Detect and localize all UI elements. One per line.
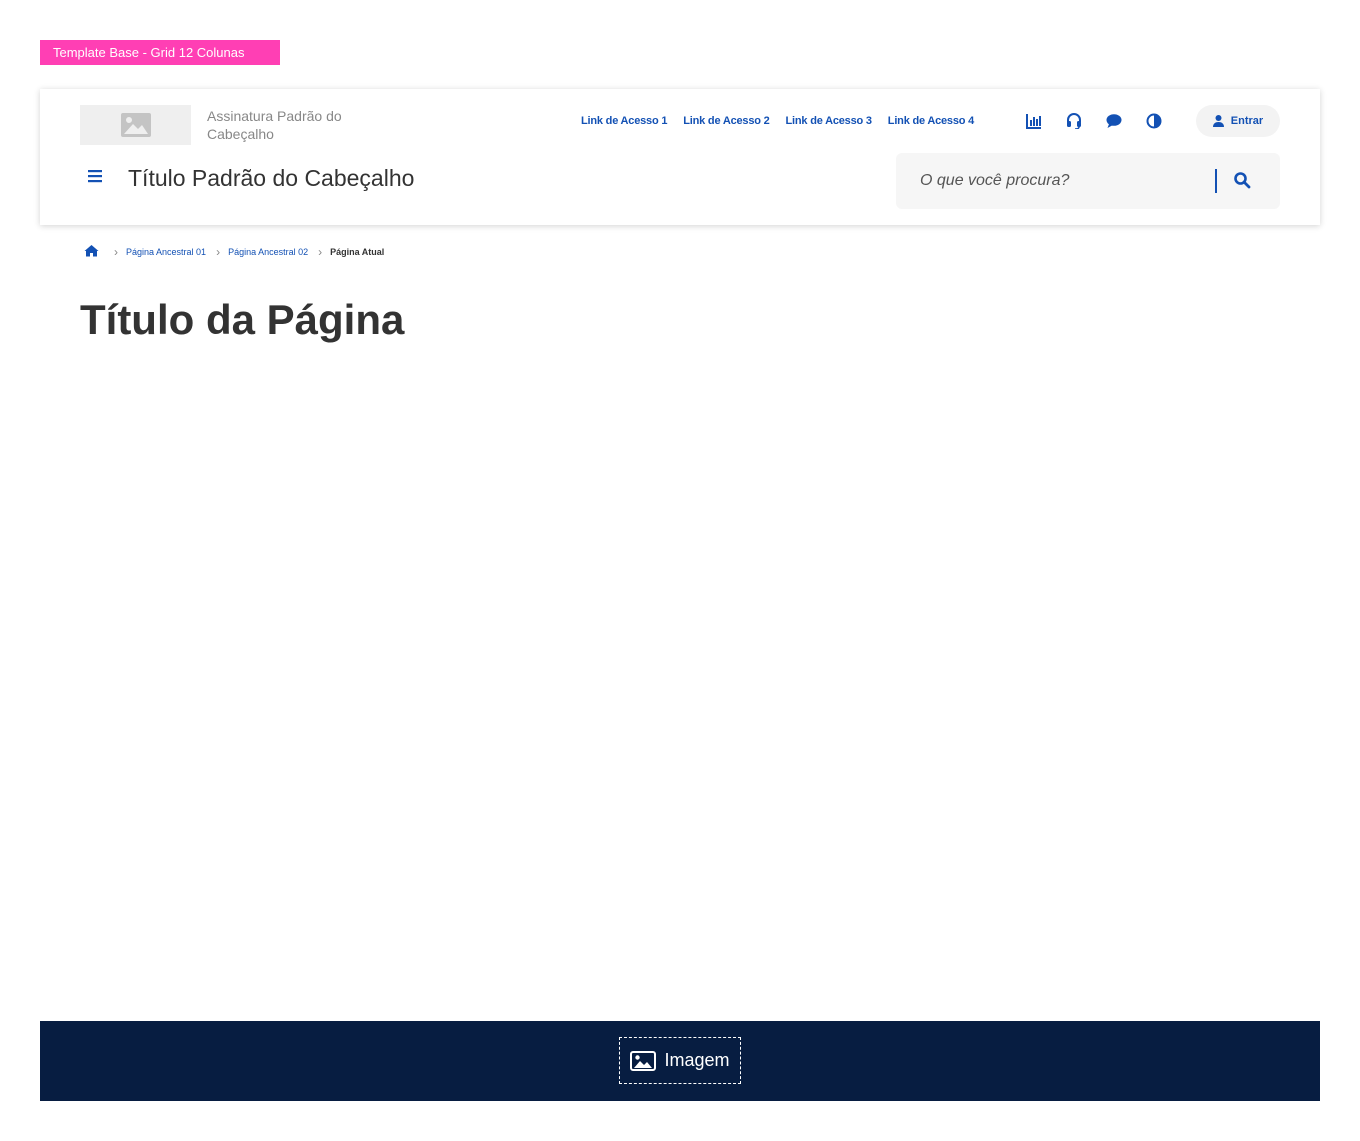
footer-image-label: Imagem: [664, 1050, 730, 1070]
search-icon: [1234, 172, 1251, 189]
breadcrumb-current: Página Atual: [330, 247, 385, 257]
image-icon: [630, 1050, 657, 1071]
search-button[interactable]: [1233, 171, 1253, 191]
search-input[interactable]: [920, 153, 1190, 209]
search-box: [896, 153, 1280, 209]
user-icon: [1212, 115, 1224, 127]
access-link-1[interactable]: Link de Acesso 1: [581, 115, 667, 127]
site-header: Assinatura Padrão do Cabeçalho Link de A…: [40, 89, 1320, 225]
login-button[interactable]: Entrar: [1196, 105, 1280, 137]
menu-button[interactable]: [88, 169, 104, 185]
header-functions: [1024, 111, 1164, 131]
site-footer: Imagem: [40, 1021, 1320, 1101]
chart-icon[interactable]: [1024, 111, 1044, 131]
chevron-right-icon: ›: [114, 245, 118, 259]
home-icon: [84, 245, 99, 257]
home-link[interactable]: [84, 244, 100, 260]
footer-image-placeholder: Imagem: [619, 1037, 741, 1084]
breadcrumb-item-1[interactable]: Página Ancestral 01: [126, 247, 206, 257]
chevron-right-icon: ›: [216, 245, 221, 259]
access-link-4[interactable]: Link de Acesso 4: [888, 115, 974, 127]
breadcrumb-item-2[interactable]: Página Ancestral 02: [228, 247, 308, 257]
logo-placeholder[interactable]: [80, 105, 191, 145]
header-signature: Assinatura Padrão do Cabeçalho: [207, 108, 342, 142]
access-link-3[interactable]: Link de Acesso 3: [786, 115, 872, 127]
access-links: Link de Acesso 1 Link de Acesso 2 Link d…: [581, 115, 974, 127]
breadcrumb: › Página Ancestral 01 › Página Ancestral…: [84, 244, 384, 260]
header-title: Título Padrão do Cabeçalho: [128, 165, 415, 191]
search-divider: [1215, 169, 1217, 193]
login-label: Entrar: [1230, 115, 1264, 127]
chat-icon[interactable]: [1104, 111, 1124, 131]
contrast-icon[interactable]: [1144, 111, 1164, 131]
headset-icon[interactable]: [1064, 111, 1084, 131]
chevron-right-icon: ›: [318, 245, 323, 259]
template-tag: Template Base - Grid 12 Colunas: [40, 40, 280, 65]
hamburger-icon: [88, 170, 102, 183]
page-title: Título da Página: [80, 296, 405, 343]
access-link-2[interactable]: Link de Acesso 2: [683, 115, 769, 127]
image-icon: [120, 113, 151, 137]
